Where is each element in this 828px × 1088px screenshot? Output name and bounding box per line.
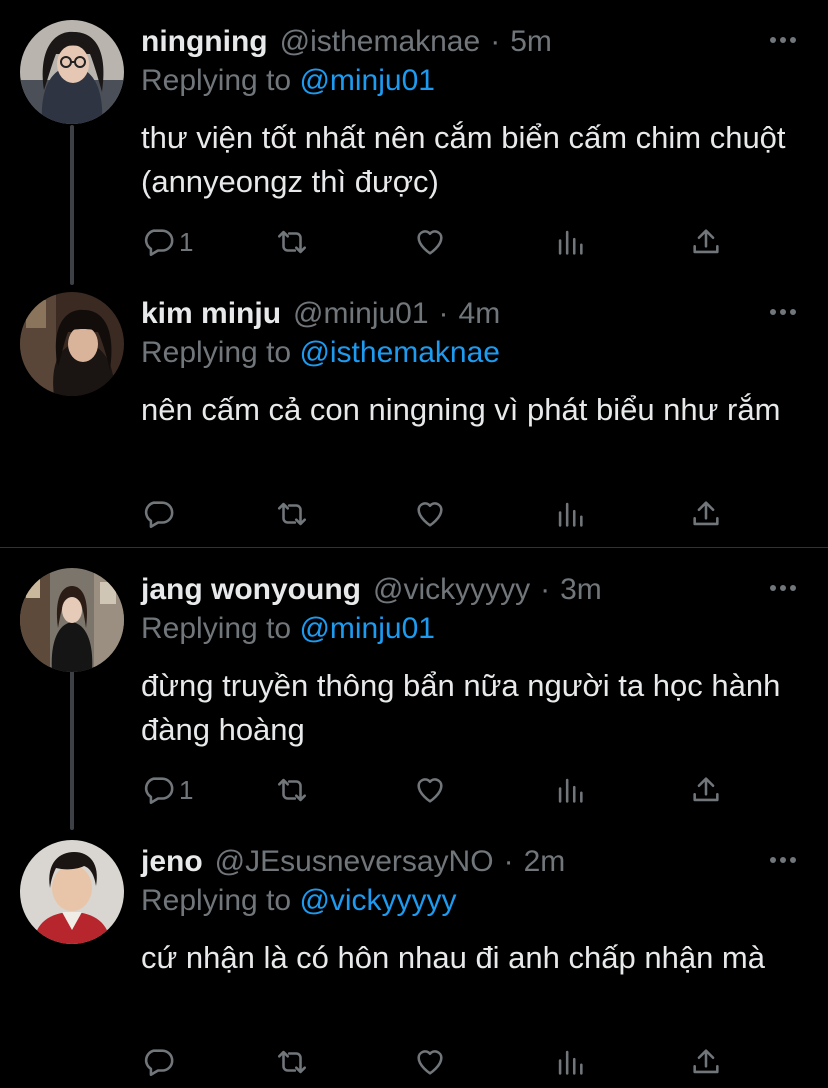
stats-button[interactable]: [553, 494, 587, 534]
mention-link[interactable]: @minju01: [299, 612, 435, 645]
tweet-actions: 1: [141, 222, 741, 262]
retweet-icon: [275, 225, 309, 259]
avatar[interactable]: [20, 568, 124, 672]
replying-label: Replying to: [141, 612, 300, 645]
more-icon[interactable]: [768, 578, 798, 598]
like-icon: [413, 225, 447, 259]
reply-button[interactable]: 1: [141, 222, 193, 262]
user-handle[interactable]: @minju01: [293, 297, 429, 331]
replying-label: Replying to: [141, 336, 300, 369]
separator-dot: ·: [503, 845, 514, 878]
display-name[interactable]: jang wonyoung: [141, 573, 361, 607]
tweet[interactable]: jang wonyoung @vickyyyyy · 3m Replying t…: [0, 548, 828, 820]
tweet[interactable]: jeno @JEsusneversayNO · 2m Replying to @…: [0, 820, 828, 1088]
reply-count: 1: [179, 774, 194, 805]
reply-icon: [141, 225, 175, 259]
retweet-icon: [275, 1045, 309, 1079]
retweet-icon: [275, 497, 309, 531]
tweet[interactable]: kim minju @minju01 · 4m Replying to @ist…: [0, 272, 828, 548]
replying-label: Replying to: [141, 64, 300, 97]
share-icon: [689, 773, 723, 807]
tweet-text: thư viện tốt nhất nên cắm biển cấm chim …: [141, 120, 786, 199]
stats-button[interactable]: [553, 770, 587, 810]
user-handle[interactable]: @isthemaknae: [280, 25, 481, 59]
reply-button[interactable]: [141, 1042, 179, 1082]
like-icon: [413, 1045, 447, 1079]
stats-icon: [553, 497, 587, 531]
share-icon: [689, 225, 723, 259]
tweet-text: đừng truyền thông bẩn nữa người ta học h…: [141, 668, 781, 747]
avatar[interactable]: [20, 840, 124, 944]
tweet-header: jang wonyoung @vickyyyyy · 3m: [141, 572, 602, 608]
separator-dot: ·: [438, 297, 449, 330]
like-button[interactable]: [413, 222, 447, 262]
separator-dot: ·: [490, 25, 501, 58]
display-name[interactable]: jeno: [141, 845, 203, 879]
like-button[interactable]: [413, 494, 447, 534]
avatar[interactable]: [20, 20, 124, 124]
share-button[interactable]: [689, 222, 723, 262]
separator-dot: ·: [540, 573, 551, 606]
user-handle[interactable]: @JEsusneversayNO: [215, 845, 494, 879]
reply-button[interactable]: [141, 494, 179, 534]
more-icon[interactable]: [768, 850, 798, 870]
like-icon: [413, 497, 447, 531]
share-button[interactable]: [689, 770, 723, 810]
replying-to: Replying to @minju01: [141, 612, 435, 646]
tweet-header: jeno @JEsusneversayNO · 2m: [141, 844, 565, 880]
more-icon[interactable]: [768, 302, 798, 322]
stats-icon: [553, 773, 587, 807]
stats-button[interactable]: [553, 222, 587, 262]
tweet-actions: 1: [141, 770, 741, 810]
tweet-text: cứ nhận là có hôn nhau đi anh chấp nhận …: [141, 940, 765, 975]
reply-icon: [141, 497, 175, 531]
tweet-header: ningning @isthemaknae · 5m: [141, 24, 552, 60]
reply-count: 1: [179, 226, 194, 257]
retweet-button[interactable]: [275, 1042, 309, 1082]
tweet-actions: [141, 1042, 741, 1082]
tweet-header: kim minju @minju01 · 4m: [141, 296, 500, 332]
share-button[interactable]: [689, 494, 723, 534]
tweet[interactable]: ningning @isthemaknae · 5m Replying to @…: [0, 0, 828, 272]
display-name[interactable]: kim minju: [141, 297, 281, 331]
display-name[interactable]: ningning: [141, 25, 268, 59]
replying-to: Replying to @minju01: [141, 64, 435, 98]
mention-link[interactable]: @vickyyyyy: [299, 884, 456, 917]
retweet-button[interactable]: [275, 494, 309, 534]
replying-label: Replying to: [141, 884, 300, 917]
timestamp[interactable]: 3m: [560, 573, 602, 607]
mention-link[interactable]: @isthemaknae: [299, 336, 500, 369]
retweet-button[interactable]: [275, 770, 309, 810]
reply-icon: [141, 773, 175, 807]
timestamp[interactable]: 4m: [459, 297, 501, 331]
like-button[interactable]: [413, 770, 447, 810]
mention-link[interactable]: @minju01: [299, 64, 435, 97]
tweet-actions: [141, 494, 741, 534]
stats-icon: [553, 1045, 587, 1079]
share-button[interactable]: [689, 1042, 723, 1082]
reply-icon: [141, 1045, 175, 1079]
stats-icon: [553, 225, 587, 259]
retweet-button[interactable]: [275, 222, 309, 262]
tweet-text: nên cấm cả con ningning vì phát biểu như…: [141, 392, 781, 427]
retweet-icon: [275, 773, 309, 807]
user-handle[interactable]: @vickyyyyy: [373, 573, 530, 607]
timestamp[interactable]: 5m: [510, 25, 552, 59]
reply-button[interactable]: 1: [141, 770, 193, 810]
replying-to: Replying to @isthemaknae: [141, 336, 500, 370]
timestamp[interactable]: 2m: [524, 845, 566, 879]
share-icon: [689, 1045, 723, 1079]
avatar[interactable]: [20, 292, 124, 396]
tweet-thread: ningning @isthemaknae · 5m Replying to @…: [0, 0, 828, 1088]
stats-button[interactable]: [553, 1042, 587, 1082]
replying-to: Replying to @vickyyyyy: [141, 884, 457, 918]
share-icon: [689, 497, 723, 531]
like-button[interactable]: [413, 1042, 447, 1082]
like-icon: [413, 773, 447, 807]
more-icon[interactable]: [768, 30, 798, 50]
